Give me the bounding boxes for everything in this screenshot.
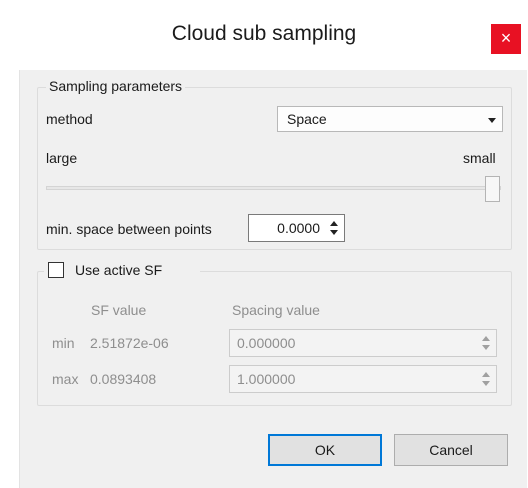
slider-large-label: large xyxy=(46,150,78,166)
min-space-value: 0.0000 xyxy=(277,220,320,236)
sampling-parameters-title: Sampling parameters xyxy=(46,78,186,94)
spin-up-icon[interactable] xyxy=(330,221,338,226)
ok-button[interactable]: OK xyxy=(268,434,382,466)
use-active-sf-label[interactable]: Use active SF xyxy=(75,262,162,278)
min-spacing-value: 0.000000 xyxy=(237,335,296,351)
cancel-button[interactable]: Cancel xyxy=(394,434,508,466)
max-spin-arrows[interactable] xyxy=(479,369,493,390)
sf-value-header: SF value xyxy=(91,302,147,318)
spin-down-icon[interactable] xyxy=(482,345,490,350)
sampling-slider-track[interactable] xyxy=(46,186,501,190)
min-spin-arrows[interactable] xyxy=(479,333,493,354)
spin-down-icon[interactable] xyxy=(482,381,490,386)
title-bar: Cloud sub sampling × xyxy=(0,0,528,69)
max-sf-value: 0.0893408 xyxy=(90,371,157,387)
sampling-slider-handle[interactable] xyxy=(485,176,500,202)
spacing-value-header: Spacing value xyxy=(232,302,320,318)
min-space-label: min. space between points xyxy=(46,221,212,237)
max-spacing-value: 1.000000 xyxy=(237,371,296,387)
min-spacing-spinbox[interactable]: 0.000000 xyxy=(229,329,497,357)
spin-down-icon[interactable] xyxy=(330,230,338,235)
chevron-down-icon xyxy=(488,118,496,123)
close-button[interactable]: × xyxy=(491,24,521,54)
min-sf-value: 2.51872e-06 xyxy=(90,335,169,351)
spin-up-icon[interactable] xyxy=(482,372,490,377)
method-select-value: Space xyxy=(287,111,327,127)
max-row-label: max xyxy=(52,371,79,387)
use-active-sf-checkbox[interactable] xyxy=(48,262,64,278)
min-row-label: min xyxy=(52,335,75,351)
method-select[interactable]: Space xyxy=(277,106,503,132)
spin-up-icon[interactable] xyxy=(482,336,490,341)
method-label: method xyxy=(46,111,93,127)
close-icon: × xyxy=(500,28,512,48)
max-spacing-spinbox[interactable]: 1.000000 xyxy=(229,365,497,393)
min-space-spinbox[interactable]: 0.0000 xyxy=(248,214,345,242)
window-title: Cloud sub sampling xyxy=(171,22,357,45)
spin-arrows[interactable] xyxy=(327,218,341,239)
slider-small-label: small xyxy=(463,150,496,166)
